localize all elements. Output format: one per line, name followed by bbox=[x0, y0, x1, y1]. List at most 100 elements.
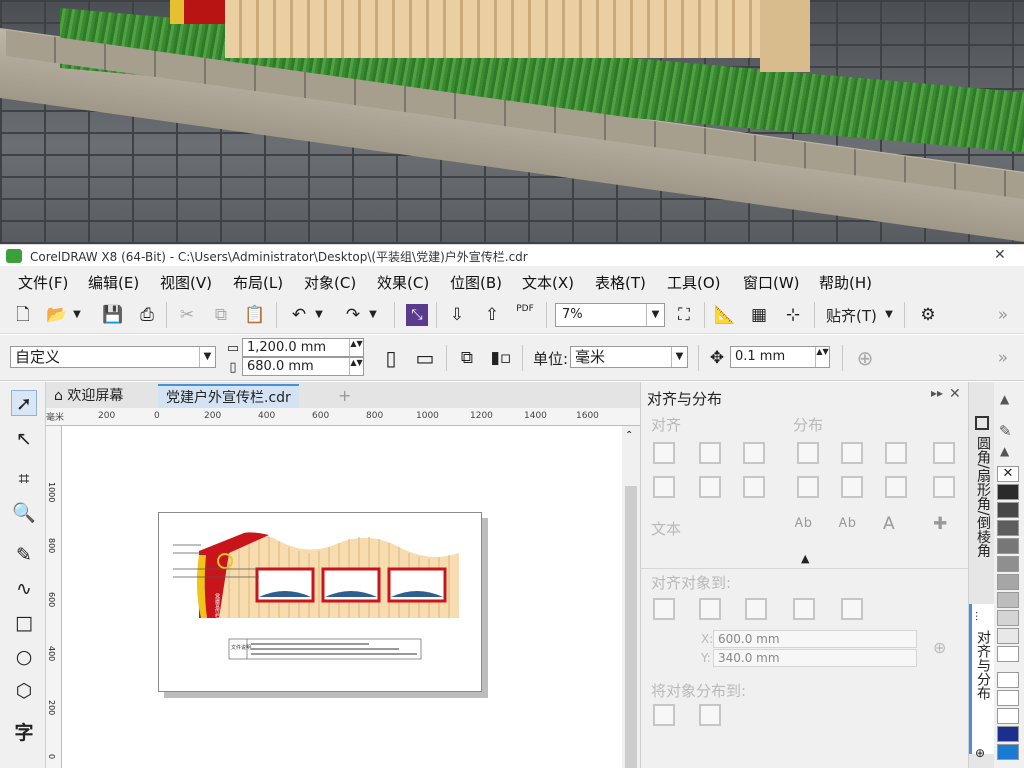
menu-tools[interactable]: 工具(O) bbox=[667, 272, 721, 293]
palette-scroll-up-icon[interactable]: ▲ bbox=[1000, 444, 1009, 458]
tab-document[interactable]: 党建户外宣传栏.cdr bbox=[158, 384, 299, 408]
menu-help[interactable]: 帮助(H) bbox=[819, 272, 872, 293]
redo-icon[interactable]: ↷ bbox=[342, 304, 364, 326]
align-top-icon[interactable] bbox=[653, 476, 675, 498]
no-color-swatch[interactable]: ✕ bbox=[997, 466, 1019, 482]
color-swatch[interactable] bbox=[997, 592, 1019, 608]
propbar-overflow-icon[interactable]: » bbox=[992, 347, 1014, 369]
landscape-icon[interactable]: ▭ bbox=[414, 347, 436, 369]
menu-bitmaps[interactable]: 位图(B) bbox=[450, 272, 502, 293]
polygon-tool-icon[interactable]: ⬡ bbox=[11, 678, 37, 704]
shape-tool-icon[interactable]: ↖ bbox=[11, 426, 37, 452]
menu-object[interactable]: 对象(C) bbox=[304, 272, 356, 293]
align-to-grid-icon[interactable] bbox=[793, 598, 815, 620]
nudge-distance-field[interactable]: 0.1 mm ▲▼ bbox=[730, 346, 830, 368]
y-coordinate-field[interactable]: 340.0 mm bbox=[713, 649, 917, 667]
distribute-bottom-icon[interactable] bbox=[933, 476, 955, 498]
options-gear-icon[interactable]: ⚙ bbox=[917, 304, 939, 326]
x-coordinate-field[interactable]: 600.0 mm bbox=[713, 630, 917, 648]
text-tool-icon[interactable]: 字 bbox=[11, 720, 37, 746]
menu-window[interactable]: 窗口(W) bbox=[743, 272, 800, 293]
open-dropdown-icon[interactable]: ▼ bbox=[70, 304, 84, 326]
close-icon[interactable]: ✕ bbox=[949, 386, 961, 402]
text-outline-icon[interactable]: ✚ bbox=[933, 514, 947, 534]
color-swatch[interactable] bbox=[997, 556, 1019, 572]
rectangle-tool-icon[interactable]: □ bbox=[11, 610, 37, 636]
collapse-section-icon[interactable]: ▲ bbox=[801, 552, 809, 565]
align-left-icon[interactable] bbox=[653, 442, 675, 464]
menu-table[interactable]: 表格(T) bbox=[595, 272, 646, 293]
menu-file[interactable]: 文件(F) bbox=[18, 272, 68, 293]
height-spinner[interactable]: ▲▼ bbox=[349, 358, 363, 375]
open-folder-icon[interactable]: 📂 bbox=[46, 304, 68, 326]
color-swatch[interactable] bbox=[997, 672, 1019, 688]
menu-effects[interactable]: 效果(C) bbox=[377, 272, 429, 293]
eyedropper-icon[interactable]: ✎ bbox=[999, 422, 1012, 440]
scrollbar-thumb[interactable] bbox=[625, 486, 637, 768]
distribute-left-icon[interactable] bbox=[797, 442, 819, 464]
distribute-spacing-h-icon[interactable] bbox=[885, 442, 907, 464]
show-grid-icon[interactable]: ▦ bbox=[748, 304, 770, 326]
color-swatch[interactable] bbox=[997, 726, 1019, 742]
snap-to-button[interactable]: 贴齐(T) bbox=[826, 305, 877, 326]
new-tab-plus-icon[interactable]: + bbox=[330, 384, 359, 408]
page-size-preset-select[interactable]: 自定义 ▼ bbox=[10, 346, 216, 368]
distribute-spacing-v-icon[interactable] bbox=[885, 476, 907, 498]
width-spinner[interactable]: ▲▼ bbox=[349, 339, 363, 356]
add-docker-icon[interactable]: ⊕ bbox=[975, 746, 985, 760]
copy-icon[interactable]: ⧉ bbox=[210, 304, 232, 326]
align-to-point-icon[interactable] bbox=[841, 598, 863, 620]
portrait-icon[interactable]: ▯ bbox=[380, 347, 402, 369]
nudge-spinner[interactable]: ▲▼ bbox=[815, 347, 829, 367]
save-icon[interactable]: 💾 bbox=[102, 304, 124, 326]
page-width-field[interactable]: 1,200.0 mm ▲▼ bbox=[242, 338, 364, 357]
color-swatch[interactable] bbox=[997, 484, 1019, 500]
distribute-to-selection-icon[interactable] bbox=[653, 704, 675, 726]
ellipse-tool-icon[interactable]: ○ bbox=[11, 644, 37, 670]
export-icon[interactable]: ⇧ bbox=[481, 304, 503, 326]
chevron-down-icon[interactable]: ▼ bbox=[646, 304, 664, 326]
pick-tool-icon[interactable]: ➚ bbox=[11, 390, 37, 416]
vertical-scrollbar[interactable]: ⌃ bbox=[622, 426, 640, 768]
snap-dropdown-icon[interactable]: ▼ bbox=[882, 304, 896, 326]
color-swatch[interactable] bbox=[997, 520, 1019, 536]
color-swatch[interactable] bbox=[997, 574, 1019, 590]
color-swatch[interactable] bbox=[997, 628, 1019, 644]
distribute-right-icon[interactable] bbox=[933, 442, 955, 464]
cut-icon[interactable]: ✂ bbox=[176, 304, 198, 326]
text-bounding-box-icon[interactable]: A bbox=[883, 514, 895, 534]
crop-tool-icon[interactable]: ⌗ bbox=[11, 466, 37, 492]
show-rulers-icon[interactable]: 📐 bbox=[714, 304, 736, 326]
drawing-canvas[interactable]: 党建宣传栏 文件说明 bbox=[62, 426, 622, 768]
freehand-tool-icon[interactable]: ✎ bbox=[11, 542, 37, 568]
horizontal-ruler[interactable]: 毫米 200 0 200 400 600 800 1000 1200 1400 … bbox=[46, 408, 640, 426]
menu-layout[interactable]: 布局(L) bbox=[233, 272, 283, 293]
tab-align-distribute[interactable]: 对齐与分布 bbox=[973, 630, 993, 700]
paste-icon[interactable]: 📋 bbox=[244, 304, 266, 326]
all-pages-icon[interactable]: ⧉ bbox=[456, 347, 478, 369]
chevron-down-icon[interactable]: ▼ bbox=[199, 347, 215, 367]
full-screen-icon[interactable]: ⛶ bbox=[673, 304, 695, 326]
scroll-up-icon[interactable]: ⌃ bbox=[625, 430, 633, 441]
page-height-field[interactable]: 680.0 mm ▲▼ bbox=[242, 357, 364, 376]
distribute-to-page-icon[interactable] bbox=[699, 704, 721, 726]
new-document-icon[interactable]: 🗋 bbox=[12, 304, 34, 326]
align-bottom-icon[interactable] bbox=[743, 476, 765, 498]
align-center-h-icon[interactable] bbox=[699, 442, 721, 464]
align-center-v-icon[interactable] bbox=[699, 476, 721, 498]
color-swatch[interactable] bbox=[997, 610, 1019, 626]
color-swatch[interactable] bbox=[997, 502, 1019, 518]
align-to-page-edge-icon[interactable] bbox=[699, 598, 721, 620]
undo-icon[interactable]: ↶ bbox=[288, 304, 310, 326]
palette-scroll-up-icon[interactable]: ▲ bbox=[1000, 392, 1009, 406]
text-first-baseline-icon[interactable]: Ꭺb bbox=[795, 516, 812, 531]
show-guidelines-icon[interactable]: ⊹ bbox=[782, 304, 804, 326]
align-to-active-object-icon[interactable] bbox=[653, 598, 675, 620]
document-page[interactable]: 党建宣传栏 文件说明 bbox=[158, 512, 482, 692]
distribute-top-icon[interactable] bbox=[797, 476, 819, 498]
color-swatch[interactable] bbox=[997, 538, 1019, 554]
artistic-media-tool-icon[interactable]: ∿ bbox=[11, 576, 37, 602]
menu-view[interactable]: 视图(V) bbox=[160, 272, 212, 293]
tab-fillet-scallop-chamfer[interactable]: 圆角/扇形角/倒棱角 bbox=[973, 436, 993, 557]
import-icon[interactable]: ⇩ bbox=[446, 304, 468, 326]
